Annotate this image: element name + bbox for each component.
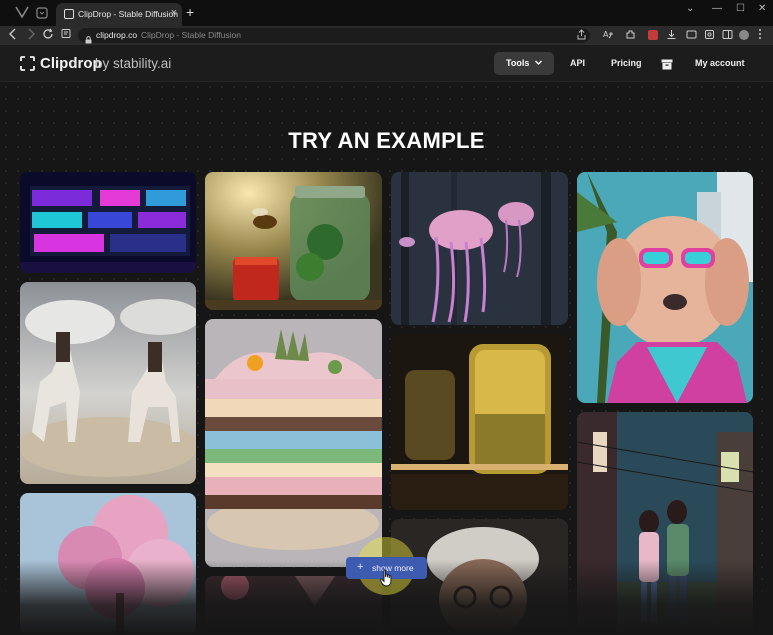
browser-kebab-menu-icon[interactable] [758,28,762,42]
browser-window: ClipDrop - Stable Diffusion × + ⌄ — ☐ ✕ … [0,0,773,635]
brand-name[interactable]: Clipdrop [40,55,102,72]
archive-icon[interactable] [661,57,673,70]
reading-mode-icon[interactable] [61,28,71,43]
tab-clipdrop[interactable]: ClipDrop - Stable Diffusion × [56,3,182,26]
profile-avatar-icon[interactable] [739,30,749,40]
brand-suffix[interactable]: by stability.ai [95,56,171,71]
svg-text:A: A [603,30,609,39]
tab-list-icon[interactable]: ⌄ [686,3,694,14]
tab-strip: ClipDrop - Stable Diffusion × + ⌄ — ☐ ✕ [0,0,773,26]
cast-icon[interactable] [686,29,697,42]
plus-icon: + [357,561,364,573]
extension-icon[interactable] [625,29,636,42]
nav-my-account-link[interactable]: My account [695,58,745,68]
download-icon[interactable] [666,29,677,42]
url-page-title: ClipDrop - Stable Diffusion [141,30,241,40]
gallery-card-cowboys-horses[interactable] [20,282,196,484]
maximize-icon[interactable]: ☐ [736,3,745,14]
back-icon[interactable] [8,28,18,44]
gallery-card-layered-cake[interactable] [205,319,382,567]
tab-title: ClipDrop - Stable Diffusion [78,9,178,19]
hand-cursor-icon [380,569,392,587]
address-bar[interactable]: clipdrop.co ClipDrop - Stable Diffusion [78,28,590,44]
gallery-card-train-window[interactable] [391,334,568,510]
chevron-down-icon [535,60,542,65]
tab-search-icon[interactable] [36,6,48,19]
share-icon[interactable] [577,29,586,42]
reload-icon[interactable] [43,28,54,44]
minimize-icon[interactable]: — [712,3,722,14]
clipdrop-logo-icon[interactable] [20,56,35,71]
page-content: Clipdrop by stability.ai Tools API Prici… [0,45,773,635]
url-host: clipdrop.co [96,30,138,40]
screenshot-icon[interactable] [704,29,715,42]
clipdrop-favicon-icon [64,9,74,19]
gallery-card-cyberpunk-building[interactable] [20,172,196,273]
tools-dropdown-button[interactable]: Tools [494,52,554,75]
nav-pricing-link[interactable]: Pricing [611,58,642,68]
nav-api-link[interactable]: API [570,58,585,68]
lock-icon[interactable] [85,31,92,44]
close-tab-icon[interactable]: × [171,7,177,19]
gallery-card-dog-sunglasses[interactable] [577,172,753,403]
side-panel-icon[interactable] [722,29,733,42]
new-tab-icon[interactable]: + [186,5,194,19]
site-header: Clipdrop by stability.ai Tools API Prici… [0,45,773,82]
translate-icon[interactable]: A [603,29,614,42]
forward-icon[interactable] [26,28,36,44]
gallery-card-bee-jar[interactable] [205,172,382,310]
close-window-icon[interactable]: ✕ [758,3,766,14]
browser-toolbar: clipdrop.co ClipDrop - Stable Diffusion … [0,26,773,45]
page-title: TRY AN EXAMPLE [288,128,485,153]
tools-label: Tools [506,58,530,68]
flag-extension-icon[interactable] [648,30,658,40]
gallery-card-jellyfish-forest[interactable] [391,172,568,325]
browser-menu-icon[interactable] [14,5,30,19]
